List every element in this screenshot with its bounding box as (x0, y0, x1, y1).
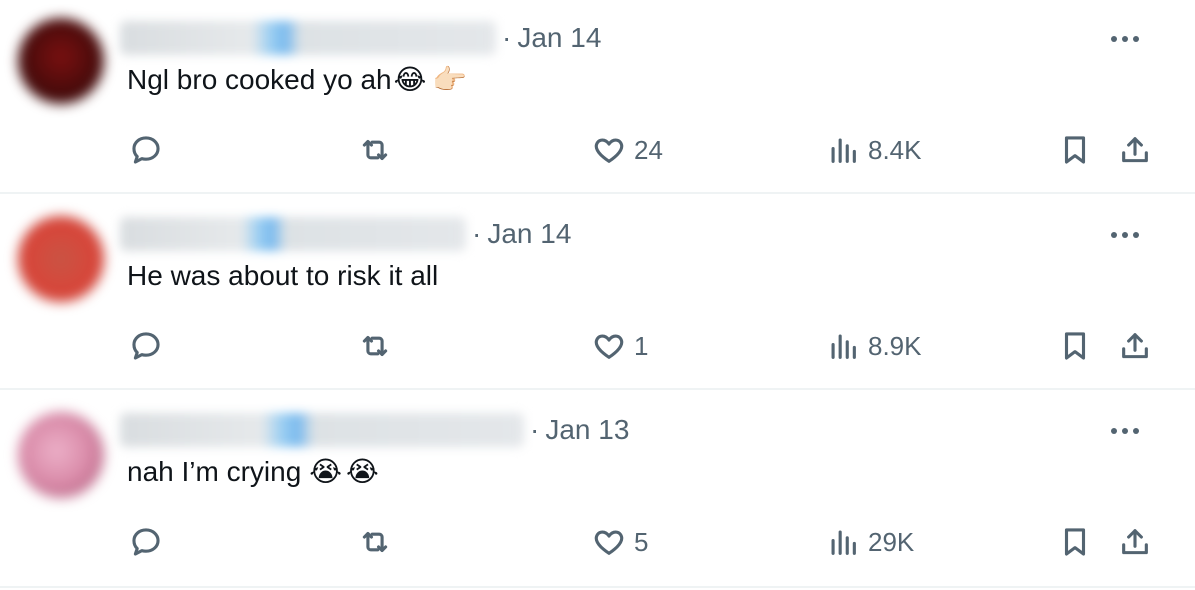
post-text: Ngl bro cooked yo ah 😂 👉🏻 (127, 64, 467, 96)
avatar[interactable] (18, 412, 104, 498)
share-button[interactable] (1118, 322, 1152, 370)
more-icon (1111, 232, 1139, 238)
views-count: 8.4K (868, 134, 922, 165)
share-icon (1122, 333, 1148, 359)
more-button[interactable] (1107, 416, 1143, 446)
action-bar: 24 8.4K (0, 126, 1195, 174)
meta-separator: · (502, 22, 512, 53)
reply-button[interactable] (129, 518, 163, 566)
reply-icon (132, 528, 160, 556)
emoji: 👉🏻 (432, 64, 468, 95)
reply-post[interactable]: · Jan 13 nah I’m crying 😭 😭 5 29K (0, 392, 1195, 588)
views-button[interactable]: 29K (826, 518, 914, 566)
emoji: 😭 (309, 456, 343, 487)
reply-post[interactable]: · Jan 14 Ngl bro cooked yo ah 😂 👉🏻 24 8.4… (0, 0, 1195, 194)
like-button[interactable]: 1 (592, 322, 648, 370)
share-icon (1122, 529, 1148, 555)
share-icon (1122, 137, 1148, 163)
bookmark-button[interactable] (1058, 518, 1092, 566)
more-icon (1111, 428, 1139, 434)
repost-button[interactable] (358, 518, 392, 566)
avatar[interactable] (18, 18, 104, 104)
like-count: 1 (634, 330, 649, 361)
reply-post[interactable]: · Jan 14 He was about to risk it all 1 8.… (0, 196, 1195, 390)
repost-icon (362, 139, 388, 161)
post-date-label[interactable]: Jan 14 (487, 218, 571, 249)
repost-icon (362, 531, 388, 553)
avatar[interactable] (18, 216, 104, 302)
post-text-body: Ngl bro cooked yo ah (127, 64, 392, 95)
reply-button[interactable] (129, 322, 163, 370)
post-header: · Jan 13 (120, 408, 629, 452)
emoji: 😭 (346, 456, 379, 487)
views-icon (831, 530, 856, 555)
share-button[interactable] (1118, 518, 1152, 566)
post-text: He was about to risk it all (127, 260, 438, 292)
post-date[interactable]: · Jan 14 (502, 22, 601, 54)
post-header: · Jan 14 (120, 212, 571, 256)
reply-button[interactable] (129, 126, 163, 174)
like-button[interactable]: 24 (592, 126, 663, 174)
repost-icon (362, 335, 388, 357)
bookmark-button[interactable] (1058, 322, 1092, 370)
post-text-body: nah I’m crying (127, 456, 302, 487)
post-header: · Jan 14 (120, 16, 601, 60)
share-button[interactable] (1118, 126, 1152, 174)
views-button[interactable]: 8.4K (826, 126, 922, 174)
meta-separator: · (530, 414, 540, 445)
post-text-body: He was about to risk it all (127, 260, 439, 291)
views-icon (831, 138, 856, 163)
like-button[interactable]: 5 (592, 518, 648, 566)
emoji: 😂 (393, 64, 427, 95)
post-text: nah I’m crying 😭 😭 (127, 456, 379, 488)
like-count: 24 (634, 134, 663, 165)
reply-icon (132, 332, 160, 360)
heart-icon (594, 530, 624, 555)
views-button[interactable]: 8.9K (826, 322, 922, 370)
bookmark-button[interactable] (1058, 126, 1092, 174)
post-date[interactable]: · Jan 13 (530, 414, 629, 446)
heart-icon (594, 138, 624, 163)
views-count: 8.9K (868, 330, 922, 361)
repost-button[interactable] (358, 126, 392, 174)
post-date-label[interactable]: Jan 13 (545, 414, 629, 445)
action-bar: 1 8.9K (0, 322, 1195, 370)
bookmark-icon (1064, 332, 1086, 360)
redacted-username (120, 413, 524, 447)
redacted-username (120, 217, 466, 251)
views-icon (831, 334, 856, 359)
reply-icon (132, 136, 160, 164)
heart-icon (594, 334, 624, 359)
bookmark-icon (1064, 528, 1086, 556)
post-date[interactable]: · Jan 14 (472, 218, 571, 250)
repost-button[interactable] (358, 322, 392, 370)
more-button[interactable] (1107, 24, 1143, 54)
like-count: 5 (634, 526, 649, 557)
views-count: 29K (868, 526, 915, 557)
bookmark-icon (1064, 136, 1086, 164)
redacted-username (120, 21, 496, 55)
more-button[interactable] (1107, 220, 1143, 250)
post-date-label[interactable]: Jan 14 (517, 22, 601, 53)
reply-feed: · Jan 14 Ngl bro cooked yo ah 😂 👉🏻 24 8.4… (0, 0, 1195, 590)
meta-separator: · (472, 218, 482, 249)
more-icon (1111, 36, 1139, 42)
action-bar: 5 29K (0, 518, 1195, 566)
